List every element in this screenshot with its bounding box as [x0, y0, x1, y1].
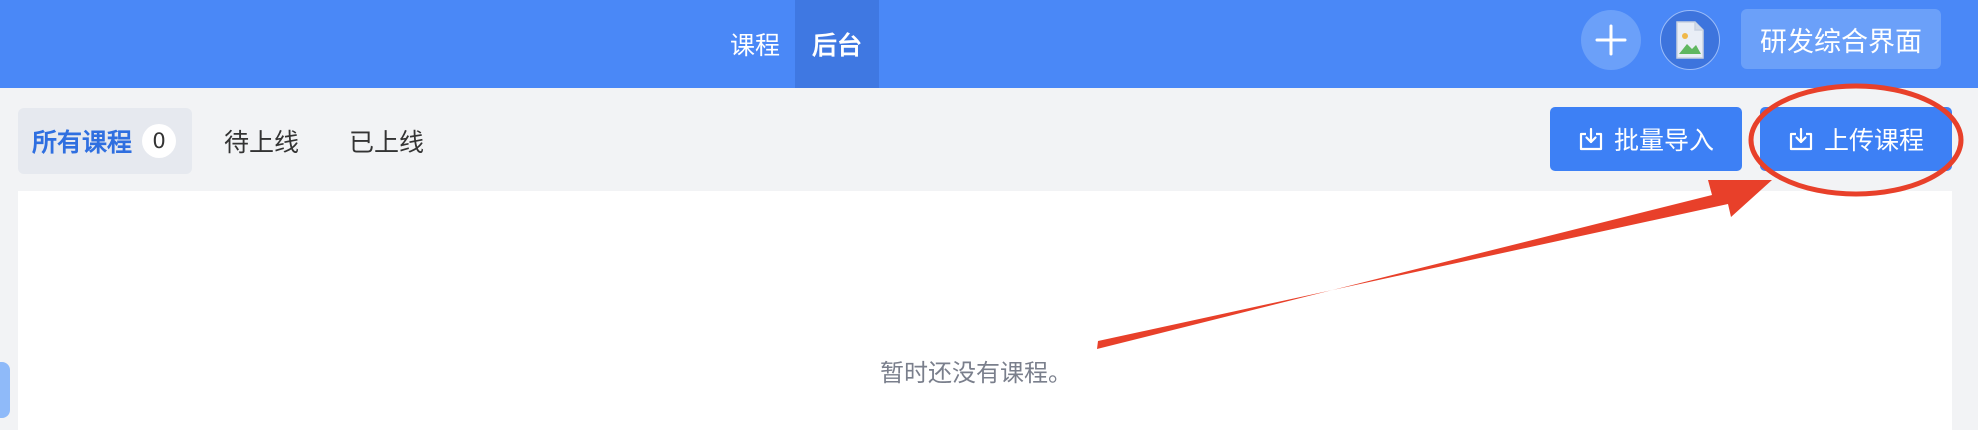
tab-pending[interactable]: 待上线	[224, 108, 299, 174]
user-avatar[interactable]	[1660, 10, 1720, 70]
tab-all-courses[interactable]: 所有课程 0	[18, 108, 193, 174]
course-count-badge: 0	[142, 124, 177, 158]
upload-course-button[interactable]: 上传课程	[1760, 107, 1952, 171]
empty-state-message: 暂时还没有课程。	[880, 359, 1072, 387]
batch-import-label: 批量导入	[1613, 126, 1714, 155]
course-filter-tabs: 所有课程 0 待上线 已上线	[18, 108, 424, 174]
download-tray-icon	[1788, 126, 1814, 152]
download-tray-icon	[1578, 126, 1604, 152]
course-list-panel	[18, 191, 1952, 430]
broken-image-icon	[1676, 21, 1704, 59]
workspace-button[interactable]: 研发综合界面	[1741, 9, 1941, 69]
add-button[interactable]	[1581, 10, 1641, 70]
tab-all-courses-label: 所有课程	[32, 128, 133, 157]
upload-course-label: 上传课程	[1823, 126, 1924, 155]
tab-online[interactable]: 已上线	[349, 108, 424, 174]
plus-icon	[1595, 24, 1627, 56]
top-navbar: 课程 后台 研发综合界面	[0, 0, 1978, 88]
batch-import-button[interactable]: 批量导入	[1550, 107, 1742, 171]
nav-courses[interactable]: 课程	[715, 0, 795, 88]
nav-backend[interactable]: 后台	[795, 0, 879, 88]
sidebar-toggle-handle[interactable]	[0, 362, 10, 418]
